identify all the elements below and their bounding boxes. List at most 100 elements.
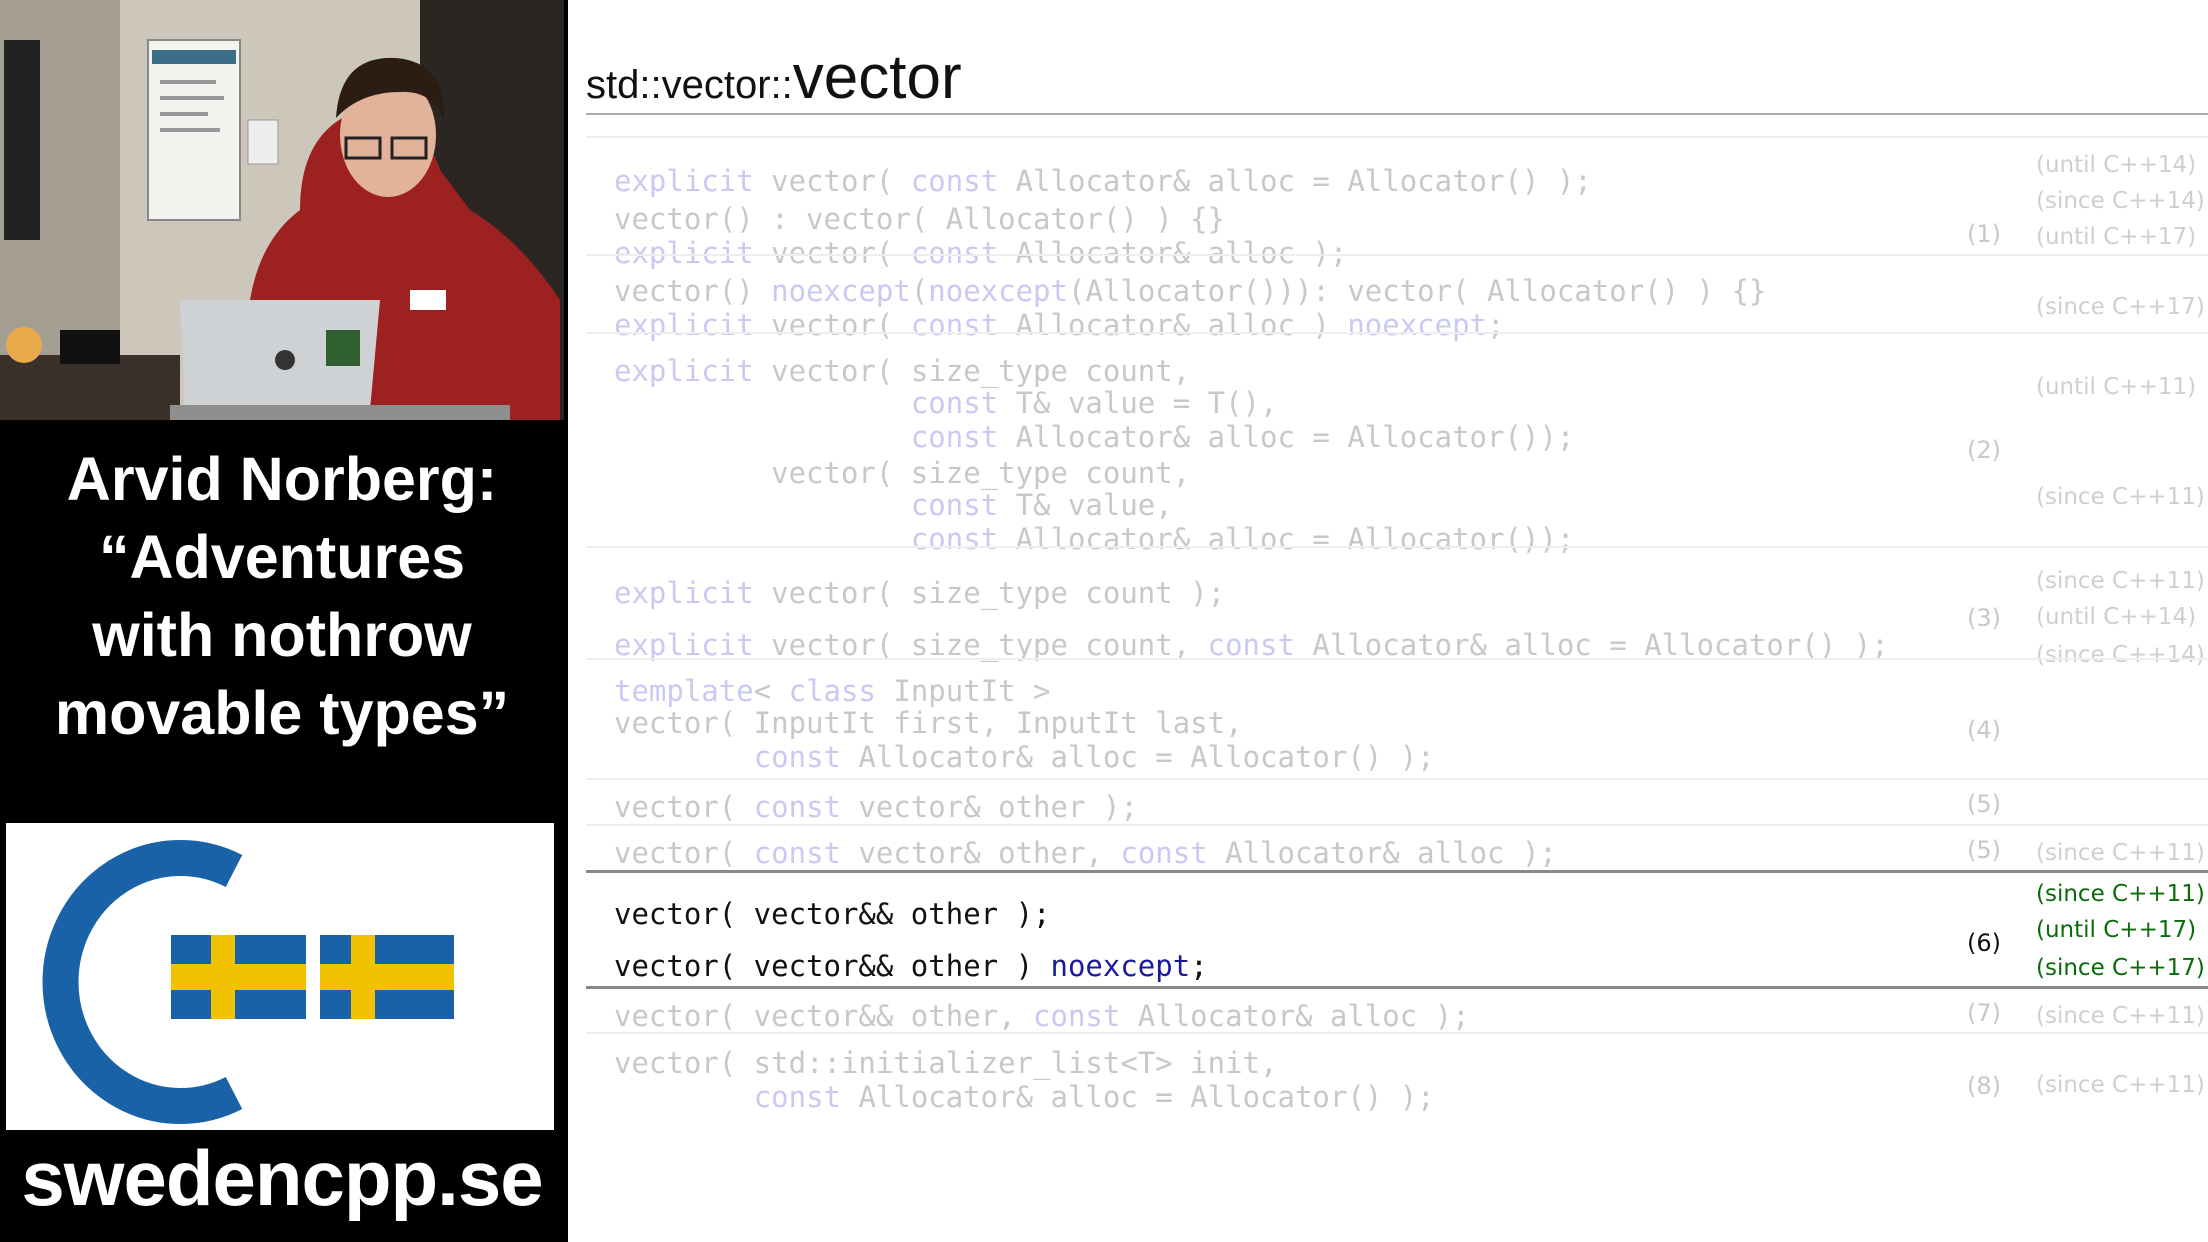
code-text: vector( xyxy=(753,164,911,198)
code-text: vector() xyxy=(614,274,772,308)
code-text: vector( size_type count, xyxy=(753,354,1191,388)
code-keyword: const xyxy=(910,164,999,198)
speaker-camera-feed xyxy=(0,0,564,420)
code-line: const T& value = T(), xyxy=(614,386,1278,420)
constructor-row: explicit vector( size_type count, const … xyxy=(586,332,2208,556)
version-note: (since C++11) xyxy=(2036,1003,2205,1029)
code-text: vector( xyxy=(614,836,754,870)
version-note: (until C++14) xyxy=(2036,152,2197,178)
code-line: template< class InputIt > xyxy=(614,674,1051,708)
code-text: vector( vector&& other ); xyxy=(614,897,1051,931)
version-note: (since C++11) xyxy=(2036,1072,2205,1098)
code-text: InputIt > xyxy=(875,674,1051,708)
code-text: Allocator& alloc = Allocator()); xyxy=(998,420,1575,454)
overload-number: (5) xyxy=(1967,836,2001,864)
overload-number: (6) xyxy=(1967,929,2001,957)
version-note: (since C++14) xyxy=(2036,188,2205,214)
code-keyword: const xyxy=(753,1080,841,1114)
constructor-row: vector() noexcept(noexcept(Allocator()))… xyxy=(586,254,2208,342)
website-url: swedencpp.se xyxy=(21,1134,543,1222)
code-text: vector( InputIt first, InputIt last, xyxy=(614,706,1243,740)
code-text: Allocator& alloc = Allocator() ); xyxy=(841,740,1435,774)
code-keyword: const xyxy=(753,790,841,824)
code-keyword: explicit xyxy=(614,576,754,610)
constructor-row: explicit vector( const Allocator& alloc … xyxy=(586,136,2208,270)
code-keyword: const xyxy=(753,740,841,774)
constructor-row: vector( vector&& other, const Allocator&… xyxy=(586,986,2208,1035)
code-text: ; xyxy=(1190,949,1208,983)
code-text: vector( size_type count, xyxy=(753,628,1208,662)
title-divider xyxy=(586,113,2208,115)
code-text: (Allocator())): vector( Allocator() ) {} xyxy=(1067,274,1767,308)
code-text: ( xyxy=(910,274,929,308)
code-line: vector( vector&& other ) noexcept; xyxy=(614,949,1208,983)
code-keyword: const xyxy=(910,420,999,454)
constructor-row: template< class InputIt > vector( InputIt… xyxy=(586,658,2208,780)
code-text: vector& other, xyxy=(841,836,1121,870)
overload-number: (2) xyxy=(1967,436,2001,464)
code-keyword: const xyxy=(753,836,841,870)
constructor-row: vector( const vector& other, const Alloc… xyxy=(586,824,2208,872)
code-text: vector() : vector( Allocator() ) {} xyxy=(614,202,1226,236)
constructor-row: vector( vector&& other ); vector( vector&… xyxy=(586,870,2208,989)
code-line: explicit vector( size_type count ); xyxy=(614,576,1225,610)
version-note: (since C++11) xyxy=(2036,840,2205,866)
code-line: vector( std::initializer_list<T> init, xyxy=(614,1046,1277,1080)
constructor-row: explicit vector( size_type count ); expli… xyxy=(586,546,2208,668)
page-title: std::vector::vector xyxy=(586,42,962,113)
version-note: (until C++11) xyxy=(2036,374,2197,400)
code-keyword: const xyxy=(1033,999,1121,1033)
code-keyword: class xyxy=(788,674,876,708)
talk-caption: Arvid Norberg: “Adventures with nothrow … xyxy=(0,440,564,820)
caption-line: Arvid Norberg: xyxy=(66,445,498,513)
version-note: (since C++11) xyxy=(2036,568,2205,594)
code-line: vector( vector&& other ); xyxy=(614,897,1051,931)
code-line: vector( InputIt first, InputIt last, xyxy=(614,706,1243,740)
constructor-row: vector( const vector& other ); (5) xyxy=(586,778,2208,826)
slide: std::vector::vector explicit vector( con… xyxy=(568,0,2208,1242)
code-text: Allocator& alloc = Allocator() ); xyxy=(998,164,1592,198)
code-keyword: noexcept xyxy=(771,274,911,308)
code-line: const Allocator& alloc = Allocator() ); xyxy=(614,1080,1435,1114)
version-note: (since C++17) xyxy=(2036,294,2205,320)
version-note: (since C++11) xyxy=(2036,484,2205,510)
code-line: vector( const vector& other, const Alloc… xyxy=(614,836,1557,870)
version-note: (until C++17) xyxy=(2036,224,2197,250)
code-keyword: const xyxy=(910,488,999,522)
swedencpp-logo xyxy=(6,823,554,1130)
overload-number: (4) xyxy=(1967,716,2001,744)
caption-line: movable types” xyxy=(54,679,510,747)
code-text: vector( vector&& other, xyxy=(614,999,1034,1033)
code-line: vector( vector&& other, const Allocator&… xyxy=(614,999,1470,1033)
version-note: (since C++11) xyxy=(2036,881,2205,907)
code-line: explicit vector( size_type count, const … xyxy=(614,628,1889,662)
speaker-photo xyxy=(0,0,564,420)
code-line: vector() noexcept(noexcept(Allocator()))… xyxy=(614,274,1766,308)
code-keyword: const xyxy=(910,386,999,420)
code-text: T& value, xyxy=(998,488,1173,522)
code-text: vector& other ); xyxy=(841,790,1138,824)
cpp-sweden-logo-icon xyxy=(42,840,454,1124)
constructor-row: vector( std::initializer_list<T> init, c… xyxy=(586,1032,2208,1118)
code-keyword: const xyxy=(1120,836,1208,870)
code-keyword: explicit xyxy=(614,354,754,388)
code-keyword: const xyxy=(1207,628,1295,662)
code-line: const T& value, xyxy=(614,488,1173,522)
video-sidebar: Arvid Norberg: “Adventures with nothrow … xyxy=(0,0,568,1242)
version-note: (until C++17) xyxy=(2036,917,2197,943)
code-text: T& value = T(), xyxy=(998,386,1278,420)
code-text: < xyxy=(753,674,789,708)
title-main: vector xyxy=(792,43,962,112)
code-text: vector( std::initializer_list<T> init, xyxy=(614,1046,1278,1080)
code-text: vector( vector&& other ) xyxy=(614,949,1051,983)
code-keyword: noexcept xyxy=(1050,949,1191,983)
code-text: Allocator& alloc ); xyxy=(1207,836,1557,870)
overload-number: (3) xyxy=(1967,604,2001,632)
code-line: const Allocator& alloc = Allocator()); xyxy=(614,420,1574,454)
code-text: Allocator& alloc = Allocator() ); xyxy=(1294,628,1889,662)
code-line: explicit vector( size_type count, xyxy=(614,354,1190,388)
